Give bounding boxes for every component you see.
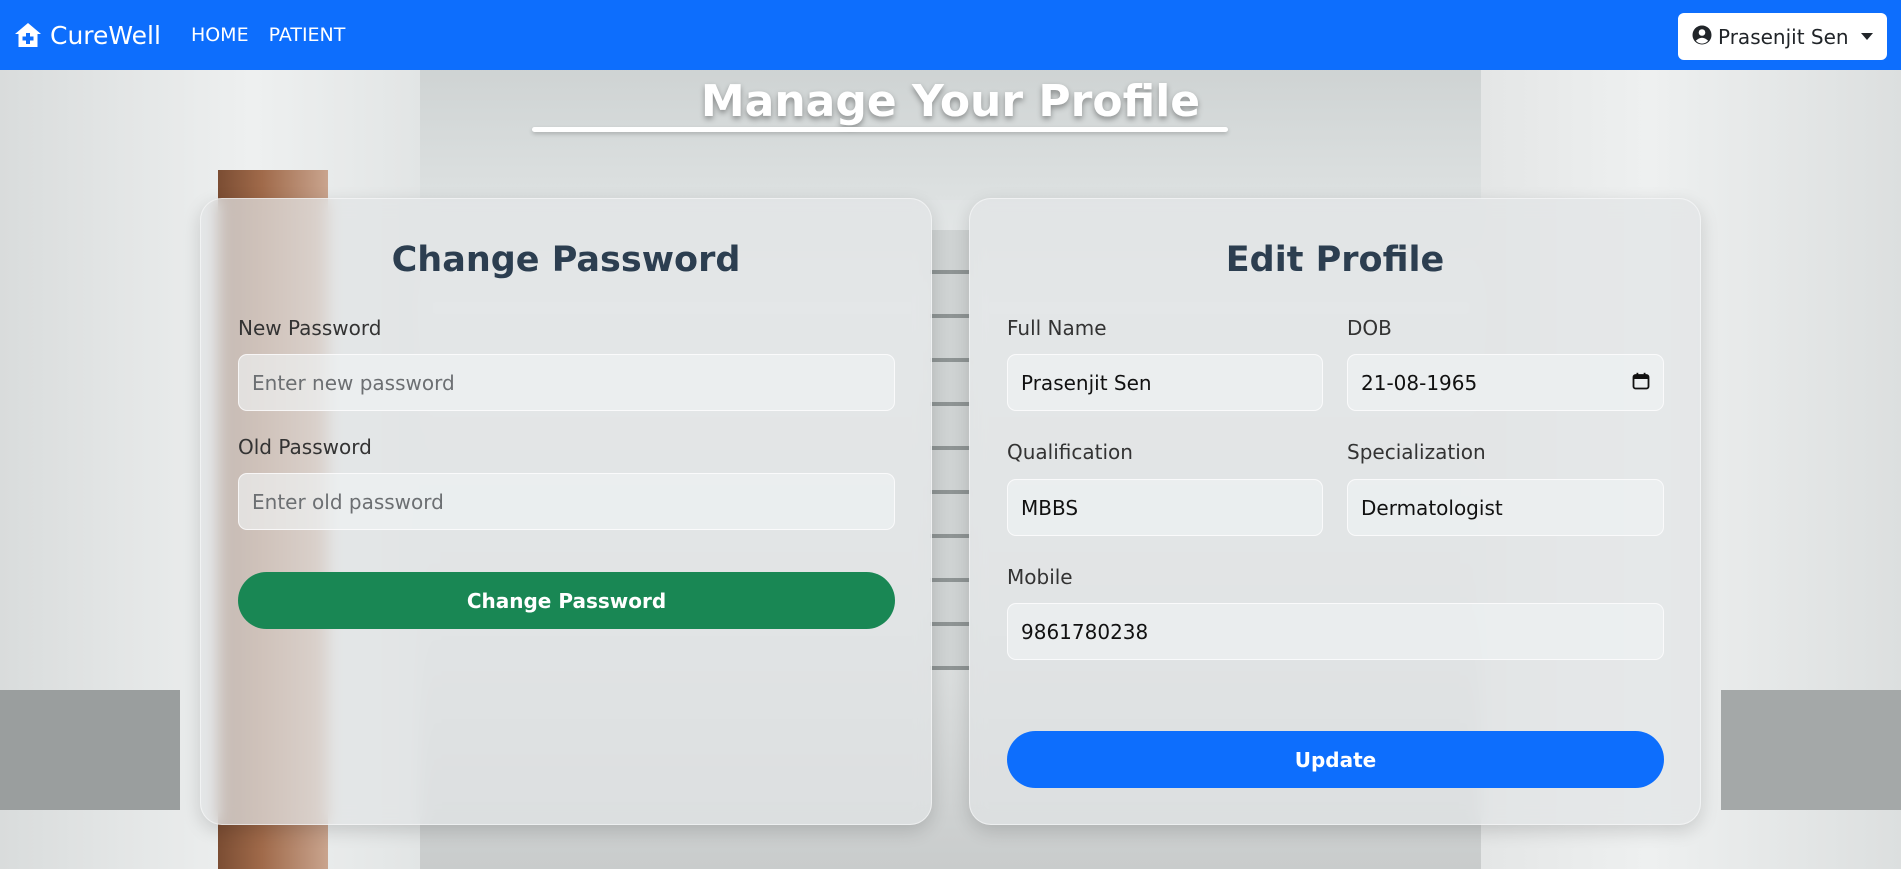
change-password-button[interactable]: Change Password: [238, 572, 895, 629]
old-password-input[interactable]: Enter old password: [238, 473, 895, 530]
specialization-value: Dermatologist: [1361, 495, 1503, 520]
user-name: Prasenjit Sen: [1718, 24, 1849, 49]
update-button[interactable]: Update: [1007, 731, 1664, 788]
qualification-input[interactable]: MBBS: [1007, 479, 1323, 536]
edit-profile-card: Edit Profile Full Name Prasenjit Sen DOB…: [969, 198, 1701, 825]
full-name-label: Full Name: [1007, 316, 1107, 340]
dob-label: DOB: [1347, 316, 1392, 340]
qualification-value: MBBS: [1021, 495, 1079, 520]
background-right-rail: [1721, 690, 1901, 810]
calendar-icon[interactable]: [1632, 371, 1650, 395]
qualification-label: Qualification: [1007, 440, 1133, 464]
edit-profile-title: Edit Profile: [1225, 240, 1445, 280]
title-underline: [532, 127, 1228, 132]
old-password-label: Old Password: [238, 435, 372, 459]
hospital-house-icon: [14, 22, 42, 48]
dob-value: 21-08-1965: [1361, 370, 1478, 395]
chevron-down-icon: [1861, 33, 1873, 40]
new-password-input[interactable]: Enter new password: [238, 354, 895, 411]
new-password-label: New Password: [238, 316, 382, 340]
full-name-value: Prasenjit Sen: [1021, 370, 1152, 395]
nav-links: HOME PATIENT: [191, 24, 345, 46]
full-name-input[interactable]: Prasenjit Sen: [1007, 354, 1323, 411]
mobile-label: Mobile: [1007, 565, 1073, 589]
change-password-title: Change Password: [391, 240, 741, 280]
nav-home-link[interactable]: HOME: [191, 24, 249, 46]
user-menu-button[interactable]: Prasenjit Sen: [1678, 13, 1887, 60]
user-circle-icon: [1692, 25, 1712, 49]
mobile-input[interactable]: 9861780238: [1007, 603, 1664, 660]
change-password-card: Change Password New Password Enter new p…: [200, 198, 932, 825]
background-corridor-center: [930, 230, 970, 670]
page-title: Manage Your Profile: [700, 76, 1201, 127]
brand-link[interactable]: CureWell: [14, 21, 161, 50]
brand-name: CureWell: [50, 20, 161, 50]
nav-patient-link[interactable]: PATIENT: [269, 24, 346, 46]
specialization-input[interactable]: Dermatologist: [1347, 479, 1664, 536]
background-left-rail: [0, 690, 180, 810]
top-navbar: CureWell HOME PATIENT Prasenjit Sen: [0, 0, 1901, 70]
dob-input[interactable]: 21-08-1965: [1347, 354, 1664, 411]
specialization-label: Specialization: [1347, 440, 1486, 464]
mobile-value: 9861780238: [1021, 619, 1149, 644]
